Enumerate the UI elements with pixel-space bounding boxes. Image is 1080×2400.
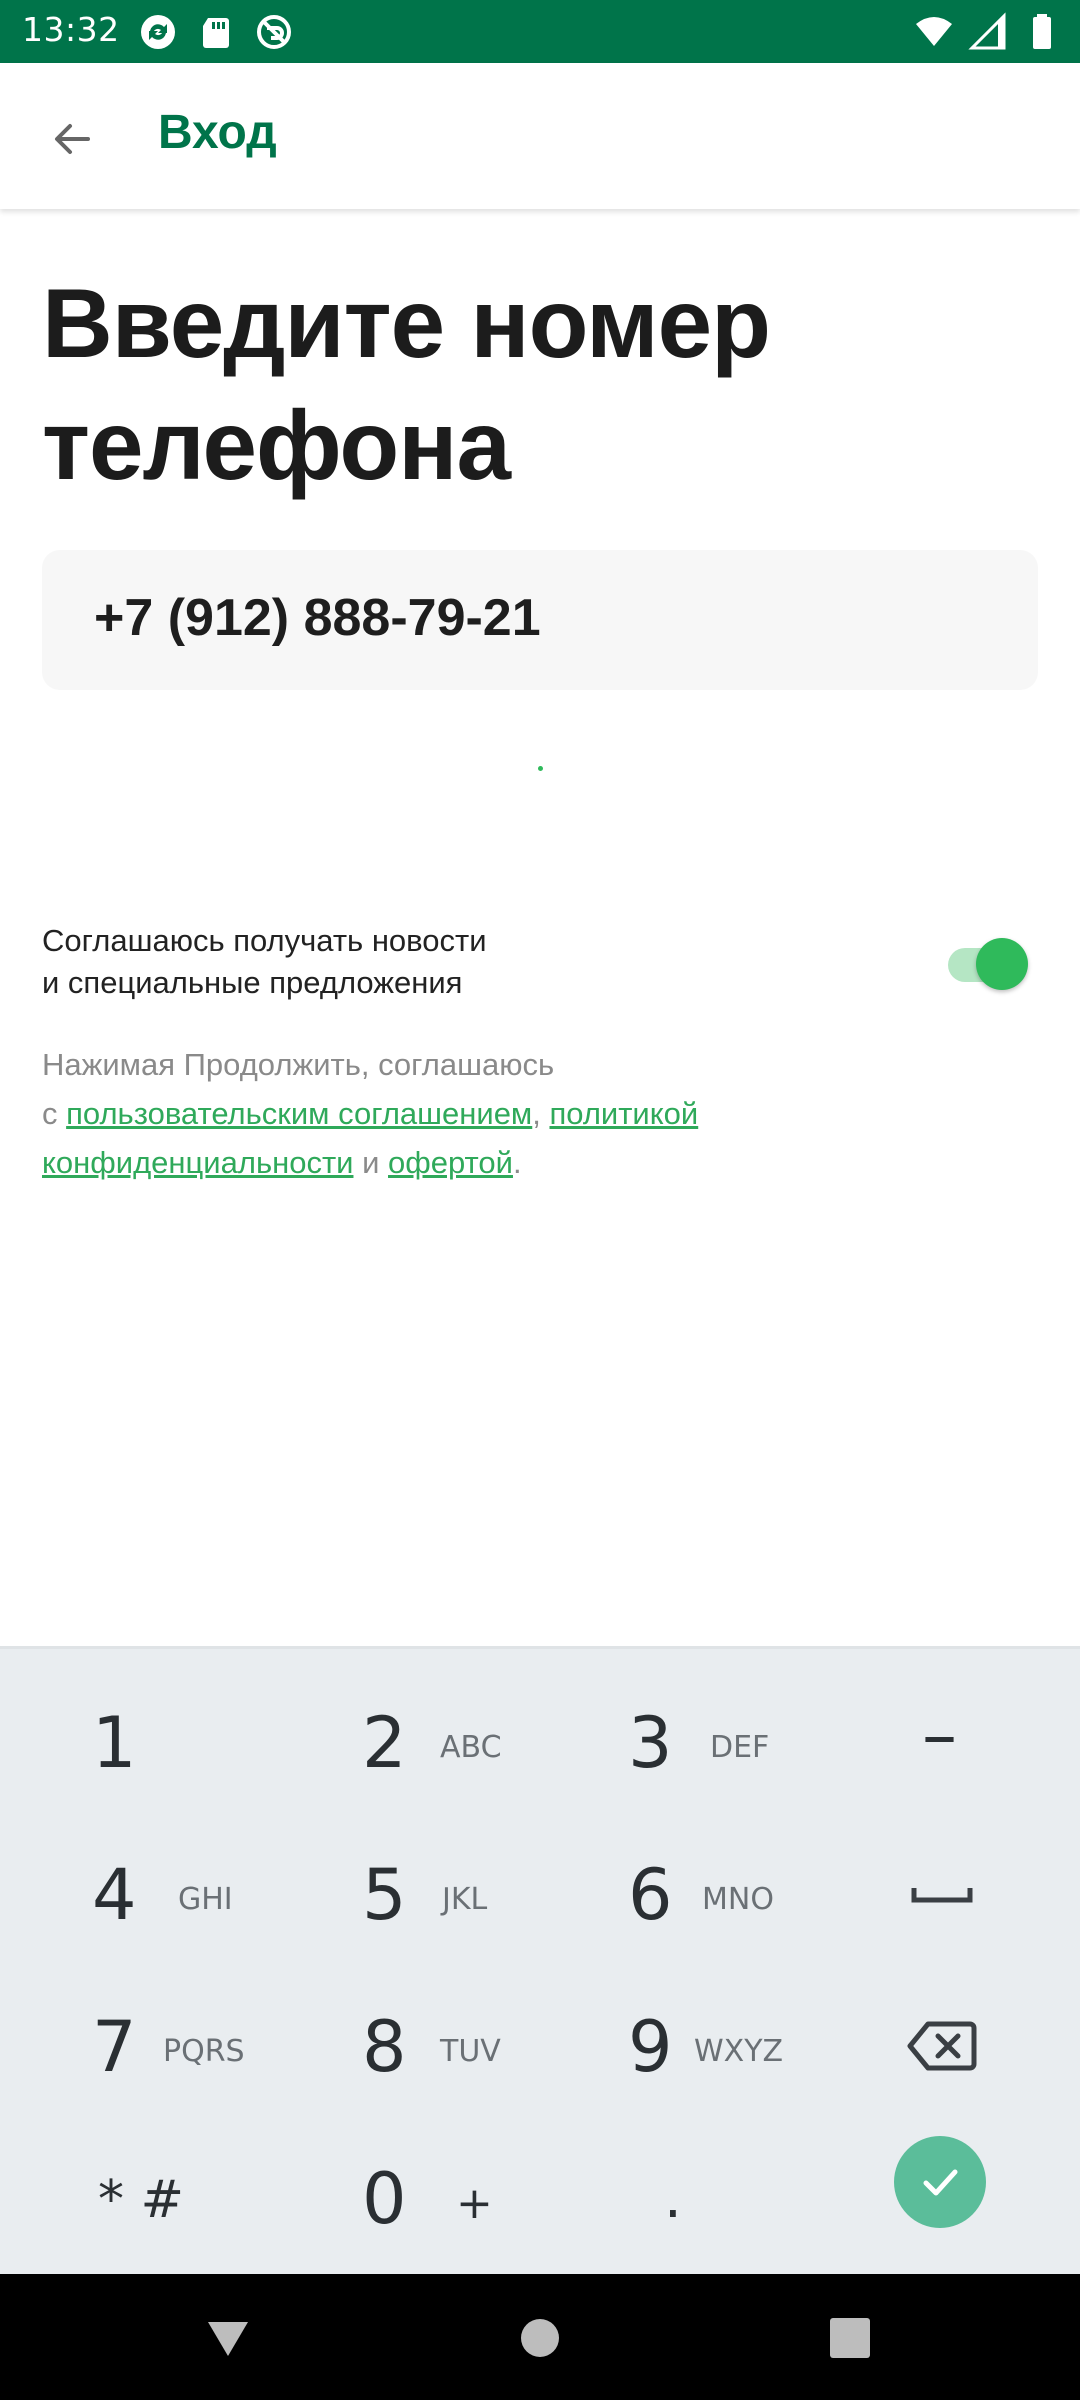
key-3[interactable]: 3 DEF: [540, 1666, 810, 1818]
legal-text: Нажимая Продолжить, соглашаюсь с пользов…: [42, 1040, 1022, 1187]
battery-icon: [1033, 14, 1051, 49]
loading-indicator: [538, 766, 543, 771]
key-8[interactable]: 8 TUV: [270, 1970, 540, 2122]
legal-c: с: [42, 1096, 67, 1131]
app-bar: Вход: [0, 63, 1080, 209]
key-star-hash[interactable]: * #: [0, 2122, 270, 2274]
key-backspace[interactable]: [810, 1970, 1080, 2122]
privacy-policy-link-part2[interactable]: конфиденциальности: [42, 1145, 353, 1180]
signal-icon: [968, 12, 1006, 50]
key-2[interactable]: 2 ABC: [270, 1666, 540, 1818]
key-0[interactable]: 0 +: [270, 2122, 540, 2274]
consent-label-line2: и специальные предложения: [42, 965, 463, 1000]
key-6-letters: MNO: [702, 1882, 774, 1917]
wifi-icon: [916, 17, 952, 46]
legal-prefix: Нажимая Продолжить, соглашаюсь: [42, 1047, 555, 1082]
enter-key[interactable]: [894, 2136, 986, 2228]
space-icon: [911, 1888, 973, 1903]
key-1-digit: 1: [92, 1702, 137, 1784]
key-7-digit: 7: [92, 2006, 137, 2088]
toggle-thumb: [976, 938, 1028, 990]
nav-home-circle-icon: [521, 2319, 559, 2357]
key-2-letters: ABC: [440, 1730, 502, 1765]
key-1[interactable]: 1: [0, 1666, 270, 1818]
key-3-letters: DEF: [710, 1730, 770, 1765]
status-bar: 13:32: [0, 0, 1080, 63]
phone-input[interactable]: +7 (912) 888-79-21: [42, 550, 1038, 690]
key-2-digit: 2: [362, 1702, 407, 1784]
key-7[interactable]: 7 PQRS: [0, 1970, 270, 2122]
key-4-letters: GHI: [178, 1882, 233, 1917]
sync-icon: [141, 15, 175, 49]
key-0-plus: +: [456, 2178, 493, 2229]
do-not-disturb-icon: [257, 15, 291, 49]
key-9[interactable]: 9 WXYZ: [540, 1970, 810, 2122]
status-right-icons: [914, 12, 1062, 52]
privacy-policy-link-part1[interactable]: политикой: [549, 1096, 698, 1131]
key-6-digit: 6: [628, 1854, 673, 1936]
key-7-letters: PQRS: [163, 2034, 245, 2069]
key-9-letters: WXYZ: [694, 2034, 784, 2069]
key-8-digit: 8: [362, 2006, 407, 2088]
key-dot[interactable]: .: [540, 2122, 810, 2274]
legal-comma: ,: [532, 1096, 550, 1131]
key-5[interactable]: 5 JKL: [270, 1818, 540, 1970]
page-title: Введите номер телефона: [42, 268, 771, 500]
key-dot-symbol: .: [664, 2166, 682, 2231]
consent-toggle[interactable]: [944, 934, 1030, 990]
user-agreement-link[interactable]: пользовательским соглашением: [66, 1096, 532, 1131]
key-3-digit: 3: [628, 1702, 673, 1784]
check-icon: [923, 2169, 958, 2196]
app-title: Вход: [158, 106, 277, 159]
arrow-back-icon: [55, 124, 90, 154]
key-0-digit: 0: [362, 2158, 407, 2240]
consent-label: Соглашаюсь получать новости и специальны…: [42, 920, 682, 1004]
key-5-letters: JKL: [442, 1882, 488, 1917]
key-9-digit: 9: [628, 2006, 673, 2088]
sd-card-icon: [203, 18, 229, 48]
system-nav-bar: [0, 2274, 1080, 2400]
nav-recents-square-icon: [830, 2318, 870, 2358]
key-dash[interactable]: –: [810, 1666, 1080, 1818]
key-star-hash-symbols: * #: [98, 2170, 185, 2230]
offer-link[interactable]: офертой: [388, 1145, 513, 1180]
key-5-digit: 5: [362, 1854, 407, 1936]
status-left-icons: [138, 12, 294, 52]
consent-label-line1: Соглашаюсь получать новости: [42, 923, 487, 958]
status-time: 13:32: [22, 10, 120, 49]
phone-input-value: +7 (912) 888-79-21: [94, 589, 541, 647]
nav-recents-button[interactable]: [822, 2310, 878, 2366]
key-8-letters: TUV: [440, 2034, 501, 2069]
backspace-icon: [907, 2021, 977, 2071]
legal-and: и: [353, 1145, 389, 1180]
key-4[interactable]: 4 GHI: [0, 1818, 270, 1970]
nav-back-button[interactable]: [200, 2310, 256, 2366]
key-space[interactable]: [810, 1818, 1080, 1970]
nav-home-button[interactable]: [512, 2310, 568, 2366]
nav-back-triangle-icon: [208, 2322, 248, 2356]
key-dash-symbol: –: [922, 1694, 957, 1776]
key-4-digit: 4: [92, 1854, 137, 1936]
back-button[interactable]: [36, 103, 108, 175]
legal-period: .: [512, 1145, 522, 1180]
key-6[interactable]: 6 MNO: [540, 1818, 810, 1970]
